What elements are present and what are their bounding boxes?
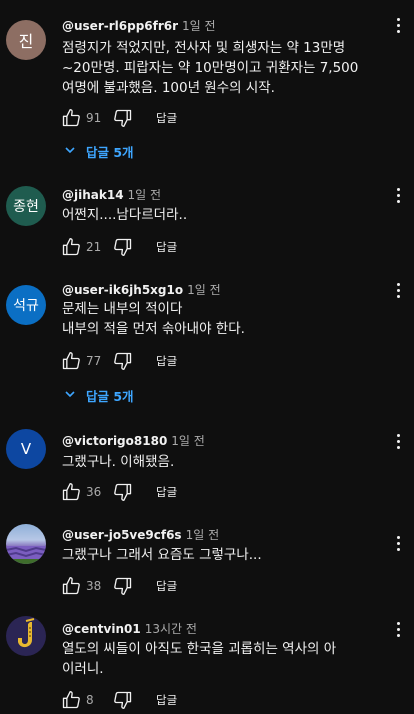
like-count: 91 [86, 111, 102, 125]
like-count: 36 [86, 485, 102, 499]
comment-text: 그랬구나. 이해됐음. [62, 454, 175, 470]
more-vert-icon[interactable] [390, 184, 406, 206]
author-name[interactable]: @user-ik6jh5xg1o [62, 283, 183, 297]
comment-actions: 38 답글 [60, 574, 177, 598]
timestamp[interactable]: 13시간 전 [145, 622, 197, 636]
thumb-up-icon[interactable] [60, 107, 82, 129]
more-vert-icon[interactable] [390, 279, 406, 301]
comment-meta: @centvin01 13시간 전 [62, 620, 197, 637]
reply-button[interactable]: 답글 [156, 353, 177, 369]
thumb-down-icon[interactable] [112, 481, 134, 503]
reply-button[interactable]: 답글 [156, 692, 177, 708]
replies-count-label: 답글 5개 [86, 144, 134, 160]
thumb-up-icon[interactable] [60, 481, 82, 503]
view-replies-button[interactable]: 답글 5개 [64, 139, 134, 163]
comment-text: 열도의 씨들이 아직도 한국을 괴롭히는 역사의 아 이러니. [62, 641, 337, 677]
author-name[interactable]: @jihak14 [62, 188, 124, 202]
more-vert-icon[interactable] [390, 14, 406, 36]
avatar-image [6, 546, 46, 564]
more-vert-icon[interactable] [390, 618, 406, 640]
thumb-up-icon[interactable] [60, 689, 82, 711]
comment-actions: 21 답글 [60, 235, 177, 259]
comment-meta: @victorigo8180 1일 전 [62, 432, 205, 449]
comment-text: 문제는 내부의 적이다 내부의 적을 먼저 솎아내야 한다. [62, 301, 245, 337]
reply-button[interactable]: 답글 [156, 578, 177, 594]
author-name[interactable]: @user-jo5ve9cf6s [62, 528, 182, 542]
timestamp[interactable]: 1일 전 [128, 188, 162, 202]
like-count: 21 [86, 240, 102, 254]
author-name[interactable]: @victorigo8180 [62, 434, 167, 448]
avatar[interactable] [6, 524, 46, 564]
like-count: 8 [86, 693, 94, 707]
author-name[interactable]: @user-rl6pp6fr6r [62, 19, 178, 33]
like-count: 38 [86, 579, 102, 593]
timestamp[interactable]: 1일 전 [186, 528, 220, 542]
view-replies-button[interactable]: 답글 5개 [64, 383, 134, 407]
thumb-down-icon[interactable] [112, 575, 134, 597]
comment-meta: @user-jo5ve9cf6s 1일 전 [62, 526, 219, 543]
like-count: 77 [86, 354, 102, 368]
timestamp[interactable]: 1일 전 [187, 283, 221, 297]
comment-actions: 36 답글 [60, 480, 177, 504]
thumb-down-icon[interactable] [112, 689, 134, 711]
thumb-up-icon[interactable] [60, 350, 82, 372]
timestamp[interactable]: 1일 전 [182, 19, 216, 33]
avatar[interactable]: 석규 [6, 285, 46, 325]
comment-meta: @user-ik6jh5xg1o 1일 전 [62, 281, 221, 298]
thumb-up-icon[interactable] [60, 236, 82, 258]
comment-meta: @user-rl6pp6fr6r 1일 전 [62, 17, 216, 34]
author-name[interactable]: @centvin01 [62, 622, 141, 636]
comment-actions: 8 답글 [60, 688, 177, 712]
reply-button[interactable]: 답글 [156, 110, 177, 126]
comment-text: 점령지가 적었지만, 전사자 및 희생자는 약 13만명 ~20만명. 피랍자는… [62, 40, 359, 96]
avatar[interactable]: V [6, 429, 46, 469]
replies-count-label: 답글 5개 [86, 388, 134, 404]
thumb-up-icon[interactable] [60, 575, 82, 597]
comment-text: 어쩐지....남다르더라.. [62, 207, 188, 223]
avatar[interactable]: 종현 [6, 186, 46, 226]
chevron-down-icon [64, 144, 76, 159]
reply-button[interactable]: 답글 [156, 239, 177, 255]
reply-button[interactable]: 답글 [156, 484, 177, 500]
comment-text: 그랬구나 그래서 요즘도 그렇구나... [62, 547, 262, 563]
more-vert-icon[interactable] [390, 532, 406, 554]
avatar[interactable]: 진 [6, 20, 46, 60]
timestamp[interactable]: 1일 전 [171, 434, 205, 448]
comment-meta: @jihak14 1일 전 [62, 186, 161, 203]
saxophone-icon [18, 618, 35, 648]
thumb-down-icon[interactable] [112, 236, 134, 258]
comment-actions: 91 답글 [60, 106, 177, 130]
thumb-down-icon[interactable] [112, 350, 134, 372]
chevron-down-icon [64, 388, 76, 403]
more-vert-icon[interactable] [390, 430, 406, 452]
thumb-down-icon[interactable] [112, 107, 134, 129]
comment-actions: 77 답글 [60, 349, 177, 373]
avatar[interactable] [6, 616, 46, 656]
